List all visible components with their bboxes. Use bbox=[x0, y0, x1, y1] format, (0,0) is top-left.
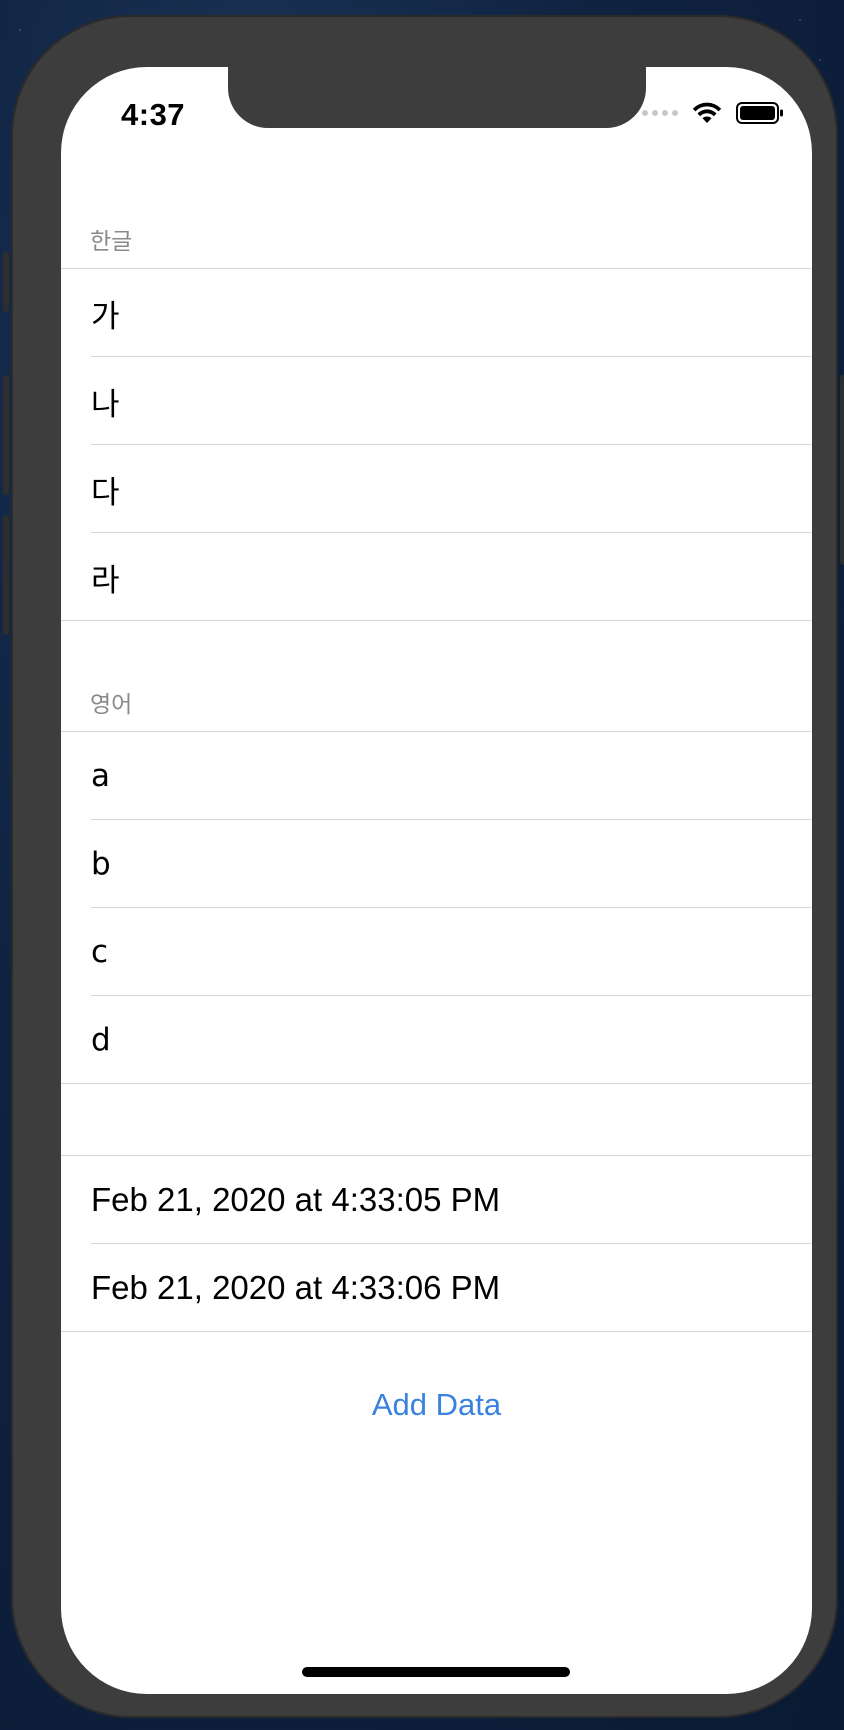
phone-frame: 4:37 한글 가 나 다 라 영어 a b c d Feb 21, 2020 … bbox=[3, 15, 844, 1718]
list-item[interactable]: b bbox=[61, 820, 812, 908]
side-power-button bbox=[840, 375, 844, 565]
add-data-button[interactable]: Add Data bbox=[61, 1387, 812, 1423]
volume-down-button bbox=[3, 515, 9, 635]
notch bbox=[228, 67, 646, 128]
section-header-english: 영어 bbox=[90, 692, 133, 718]
list-item[interactable]: 다 bbox=[61, 445, 812, 533]
list-item[interactable]: c bbox=[61, 908, 812, 996]
cellular-signal-icon bbox=[642, 110, 678, 116]
list-item-date[interactable]: Feb 21, 2020 at 4:33:05 PM bbox=[61, 1156, 812, 1244]
wifi-icon bbox=[692, 102, 722, 123]
home-indicator[interactable] bbox=[302, 1667, 570, 1677]
ring-silent-switch bbox=[3, 252, 9, 312]
status-indicators bbox=[642, 101, 784, 125]
separator bbox=[61, 1331, 812, 1332]
list-item[interactable]: a bbox=[61, 732, 812, 820]
phone-screen: 4:37 한글 가 나 다 라 영어 a b c d Feb 21, 2020 … bbox=[61, 67, 812, 1694]
list-item[interactable]: d bbox=[61, 996, 812, 1084]
list-item[interactable]: 나 bbox=[61, 357, 812, 445]
list-item-date[interactable]: Feb 21, 2020 at 4:33:06 PM bbox=[61, 1244, 812, 1332]
list-item[interactable]: 라 bbox=[61, 533, 812, 621]
list-item[interactable]: 가 bbox=[61, 269, 812, 357]
section-header-korean: 한글 bbox=[90, 229, 133, 255]
separator bbox=[61, 1083, 812, 1084]
battery-icon bbox=[736, 102, 783, 124]
volume-up-button bbox=[3, 375, 9, 495]
status-time: 4:37 bbox=[121, 97, 186, 132]
separator bbox=[61, 620, 812, 621]
